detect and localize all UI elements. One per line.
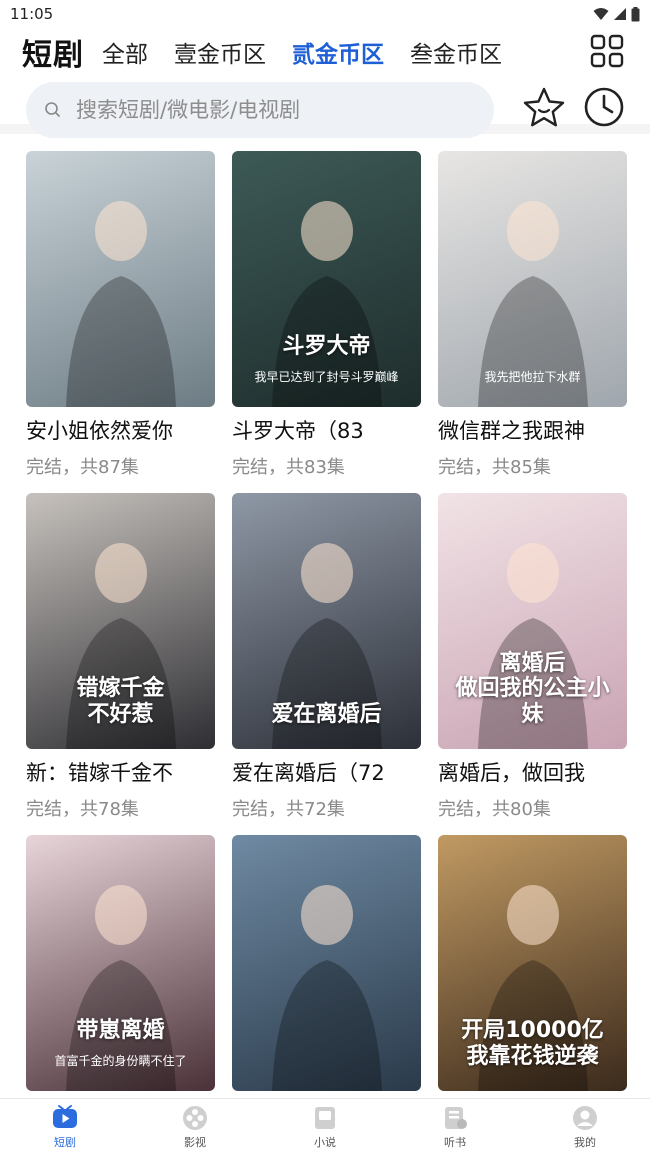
star-favorites-icon[interactable] [522, 86, 566, 130]
drama-card[interactable]: 安小姐依然爱你完结，共87集 [26, 151, 215, 493]
drama-episode-status: 完结，共78集 [26, 799, 139, 820]
drama-title[interactable]: 爱在离婚后（72 [232, 759, 421, 787]
nav-label: 听书 [444, 1136, 466, 1149]
film-reel-icon [183, 1106, 207, 1130]
category-tabs: 短剧 全部 壹金币区 贰金币区 叁金币区 [0, 28, 650, 76]
drama-card[interactable]: 爱在离婚后爱在离婚后（72 完结，共72集 [232, 493, 421, 835]
drama-title[interactable]: 斗罗大帝（83 [232, 417, 421, 445]
book-icon [315, 1107, 335, 1129]
drama-poster[interactable]: 带崽离婚首富千金的身份瞒不住了 [26, 835, 215, 1091]
poster-title-art: 离婚后 做回我的公主小妹 [455, 651, 610, 727]
poster-caption: 首富千金的身份瞒不住了 [54, 1054, 187, 1068]
signal-icon [614, 8, 626, 20]
search-input[interactable] [76, 98, 476, 122]
search-bar[interactable] [26, 82, 494, 138]
nav-item-short-drama[interactable]: 短剧 [0, 1099, 130, 1155]
drama-poster[interactable]: 我先把他拉下水群 [438, 151, 627, 407]
drama-episode-status: 完结，共80集 [438, 799, 551, 820]
search-icon [45, 102, 61, 118]
status-time: 11:05 [10, 5, 54, 23]
status-icons [593, 6, 640, 22]
drama-poster[interactable]: 离婚后 做回我的公主小妹 [438, 493, 627, 749]
drama-title[interactable]: 安小姐依然爱你 [26, 417, 215, 445]
search-row [0, 78, 650, 138]
nav-item-novels[interactable]: 小说 [260, 1099, 390, 1155]
grid-menu-icon[interactable] [590, 34, 624, 68]
poster-caption: 我早已达到了封号斗罗巅峰 [254, 370, 399, 384]
drama-title[interactable]: 新：错嫁千金不 [26, 759, 215, 787]
drama-card[interactable]: 离婚后 做回我的公主小妹离婚后，做回我完结，共80集 [438, 493, 627, 835]
drama-episode-status: 完结，共72集 [232, 799, 345, 820]
drama-episode-status: 完结，共83集 [232, 457, 345, 478]
profile-icon [573, 1106, 597, 1130]
drama-poster[interactable]: 爱在离婚后 [232, 493, 421, 749]
bottom-nav: 短剧 影视 小说 听书 我的 [0, 1098, 650, 1155]
drama-episode-status: 完结，共85集 [438, 457, 551, 478]
history-clock-icon[interactable] [583, 86, 625, 128]
poster-caption: 我先把他拉下水群 [484, 370, 581, 384]
poster-title-art: 开局10000亿 我靠花钱逆袭 [461, 1018, 604, 1069]
drama-poster[interactable] [26, 151, 215, 407]
drama-card[interactable]: 斗罗大帝我早已达到了封号斗罗巅峰斗罗大帝（83 完结，共83集 [232, 151, 421, 493]
poster-title-art: 错嫁千金 不好惹 [76, 676, 165, 727]
play-icon [53, 1105, 77, 1128]
poster-title-art: 斗罗大帝 [282, 333, 371, 359]
nav-label: 小说 [314, 1136, 336, 1149]
drama-title[interactable]: 微信群之我跟神 [438, 417, 627, 445]
nav-item-movies[interactable]: 影视 [130, 1099, 260, 1155]
drama-poster[interactable] [232, 835, 421, 1091]
tab-two-coin[interactable]: 贰金币区 [292, 35, 384, 69]
nav-label: 我的 [574, 1136, 596, 1149]
nav-item-profile[interactable]: 我的 [520, 1099, 650, 1155]
poster-artwork [66, 201, 176, 407]
drama-grid: 安小姐依然爱你 完结，共87集 斗罗大帝 我早已达到了封号斗罗巅峰 斗罗大帝（83 完结，… [26, 151, 627, 1155]
wifi-icon [593, 8, 609, 20]
tab-one-coin[interactable]: 壹金币区 [174, 35, 266, 69]
poster-title-art: 爱在离婚后 [271, 701, 382, 727]
poster-title-art: 带崽离婚 [76, 1017, 165, 1043]
drama-episode-status: 完结，共87集 [26, 457, 139, 478]
drama-poster[interactable]: 开局10000亿 我靠花钱逆袭 [438, 835, 627, 1091]
audiobook-icon [445, 1107, 467, 1129]
drama-title[interactable]: 离婚后，做回我 [438, 759, 627, 787]
nav-item-audiobooks[interactable]: 听书 [390, 1099, 520, 1155]
tab-all[interactable]: 全部 [102, 35, 148, 69]
drama-card[interactable]: 错嫁千金 不好惹新：错嫁千金不完结，共78集 [26, 493, 215, 835]
poster-artwork [272, 885, 382, 1091]
drama-poster[interactable]: 错嫁千金 不好惹 [26, 493, 215, 749]
nav-label: 短剧 [54, 1136, 76, 1149]
drama-card[interactable]: 我先把他拉下水群微信群之我跟神完结，共85集 [438, 151, 627, 493]
status-bar: 11:05 [0, 0, 650, 28]
drama-poster[interactable]: 斗罗大帝我早已达到了封号斗罗巅峰 [232, 151, 421, 407]
tab-three-coin[interactable]: 叁金币区 [410, 35, 502, 69]
nav-label: 影视 [184, 1136, 206, 1149]
page-title: 短剧 [22, 38, 84, 73]
battery-icon [631, 6, 640, 21]
